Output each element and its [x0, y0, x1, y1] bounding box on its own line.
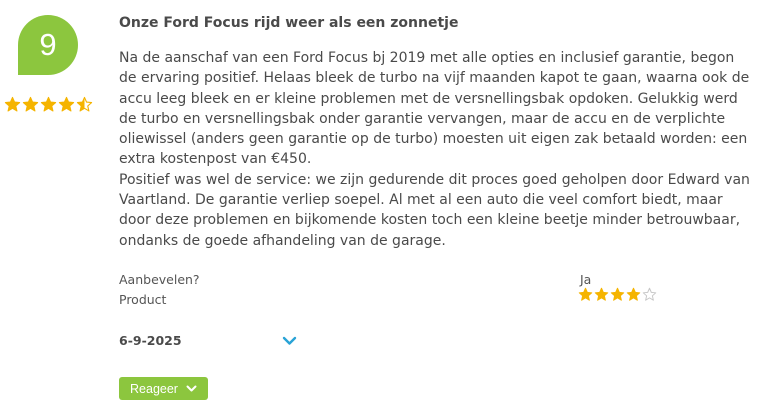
- star-icon: [22, 96, 39, 112]
- reply-button-label: Reageer: [130, 381, 178, 396]
- review-title: Onze Ford Focus rijd weer als een zonnet…: [119, 15, 459, 31]
- star-icon: [58, 96, 75, 112]
- review-paragraph: Positief was wel de service: we zijn ged…: [119, 171, 750, 249]
- star-icon: [4, 96, 21, 112]
- review-date: 6-9-2025: [119, 333, 182, 348]
- review-paragraph: Na de aanschaf van een Ford Focus bj 201…: [119, 50, 750, 168]
- star-icon: [40, 96, 57, 112]
- star-icon: [76, 96, 93, 112]
- star-icon: [578, 287, 593, 301]
- reply-button[interactable]: Reageer: [119, 377, 208, 400]
- chevron-down-icon: [186, 385, 197, 391]
- score-star-rating: [4, 96, 93, 113]
- product-label: Product: [119, 292, 167, 307]
- star-icon: [610, 287, 625, 301]
- star-icon: [594, 287, 609, 301]
- expand-toggle[interactable]: [281, 333, 298, 347]
- score-value: 9: [39, 26, 57, 62]
- review-body: Na de aanschaf van een Ford Focus bj 201…: [119, 48, 751, 251]
- score-bubble: 9: [18, 15, 78, 75]
- recommend-value: Ja: [580, 272, 592, 287]
- recommend-label: Aanbevelen?: [119, 272, 200, 287]
- star-icon: [642, 287, 657, 301]
- star-icon: [626, 287, 641, 301]
- product-star-rating: [578, 287, 657, 302]
- chevron-down-icon: [282, 336, 297, 345]
